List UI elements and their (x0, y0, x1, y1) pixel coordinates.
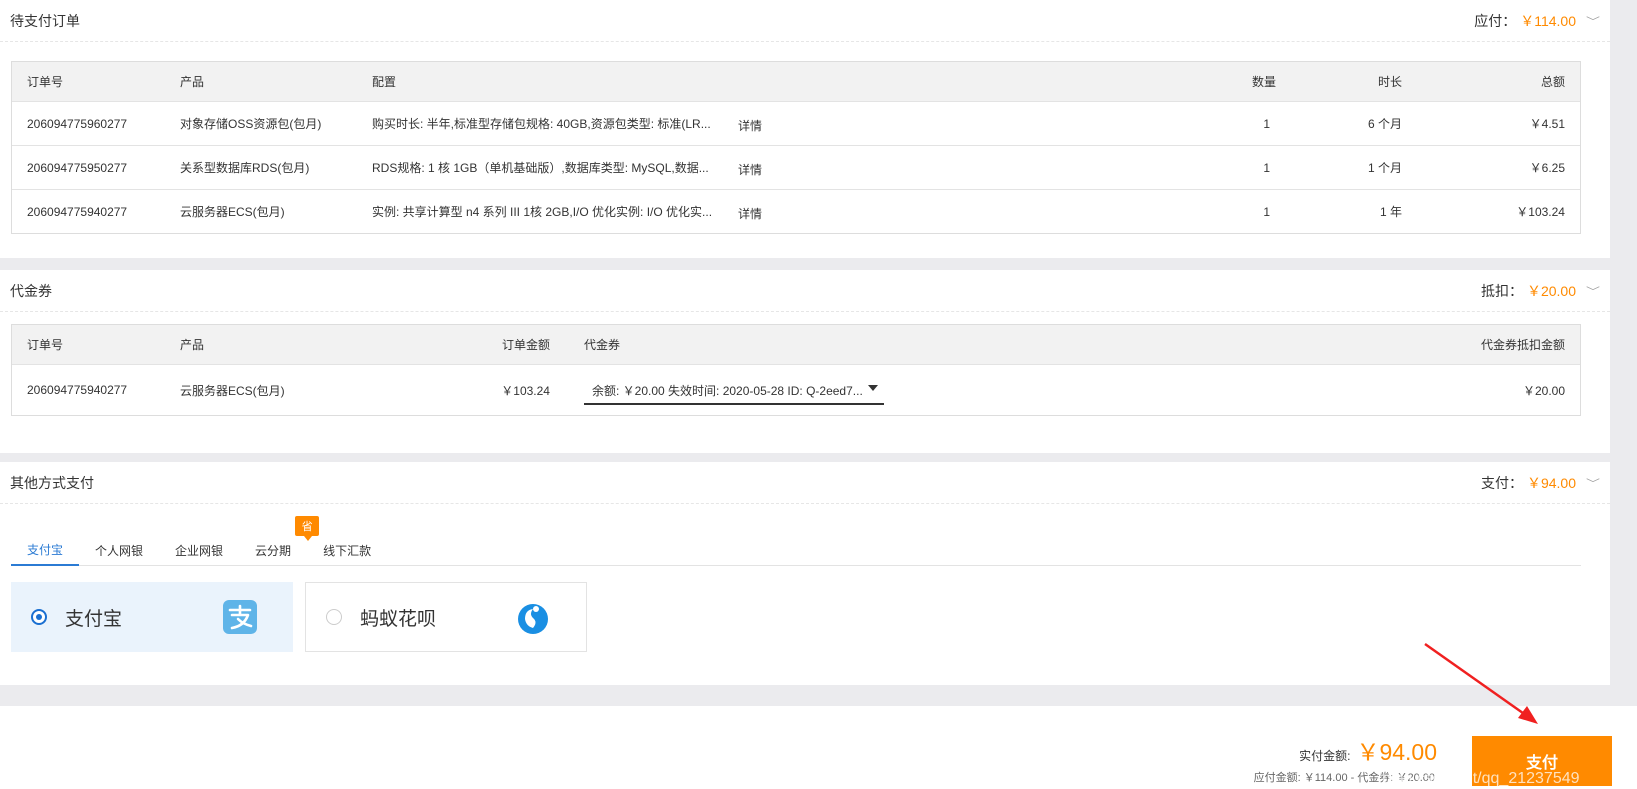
column-header: 订单号 (27, 338, 64, 352)
details-link[interactable]: 详情 (738, 104, 762, 147)
tab-label: 支付宝 (27, 542, 64, 557)
column-header: 配置 (372, 75, 397, 89)
tab-installment[interactable]: 云分期 省 (239, 516, 320, 566)
section-title: 其他方式支付 (10, 474, 94, 491)
orders-table: 订单号 产品 配置 数量 时长 总额 206094775960277 对象存储O… (11, 61, 1581, 234)
voucher-deduction-amount: ￥20.00 (1522, 383, 1565, 398)
pay-label: 支付： (1480, 474, 1523, 491)
tab-label: 云分期 (255, 543, 292, 558)
actual-payment-label: 实付金额: (1299, 749, 1351, 763)
actual-payment: 实付金额: ￥94.00 (1299, 733, 1437, 767)
column-header: 数量 (1251, 75, 1276, 89)
quantity: 1 (1263, 160, 1270, 175)
quantity: 1 (1263, 204, 1270, 219)
order-number: 206094775950277 (27, 160, 128, 175)
method-label: 蚂蚁花呗 (360, 608, 437, 630)
huabei-option[interactable]: 蚂蚁花呗 (305, 582, 587, 652)
payable-label: 应付： (1474, 12, 1517, 29)
table-header-row: 订单号 产品 订单金额 代金券 代金券抵扣金额 (12, 325, 1580, 364)
radio-unselected[interactable] (326, 609, 342, 625)
chevron-down-icon[interactable]: ﹀ (1583, 475, 1603, 490)
total-amount: ￥4.51 (1529, 117, 1565, 131)
tab-enterprise-bank[interactable]: 企业网银 (159, 534, 239, 566)
product-name: 云服务器ECS(包月) (180, 383, 285, 398)
column-header: 时长 (1377, 75, 1402, 89)
config-summary: 实例: 共享计算型 n4 系列 III 1核 2GB,I/O 优化实例: I/O… (372, 205, 713, 219)
tab-personal-bank[interactable]: 个人网银 (79, 534, 159, 566)
column-header: 代金券抵扣金额 (1480, 338, 1565, 352)
product-name: 关系型数据库RDS(包月) (180, 161, 310, 175)
duration: 1 年 (1379, 205, 1402, 219)
pay-summary: 支付： ￥94.00 ﹀ (1481, 473, 1600, 493)
product-name: 云服务器ECS(包月) (180, 205, 285, 219)
section-title: 待支付订单 (10, 12, 80, 29)
voucher-section: 代金券 抵扣： ￥20.00 ﹀ 订单号 产品 订单金额 代金券 代金券抵扣金额… (0, 270, 1610, 453)
deduction-label: 抵扣： (1480, 282, 1523, 299)
config-summary: RDS规格: 1 核 1GB（单机基础版）,数据库类型: MySQL,数据... (372, 161, 709, 175)
table-row: 206094775950277 关系型数据库RDS(包月) RDS规格: 1 核… (12, 145, 1580, 189)
deduction-summary: 抵扣： ￥20.00 ﹀ (1481, 281, 1600, 301)
table-row: 206094775960277 对象存储OSS资源包(包月) 购买时长: 半年,… (12, 101, 1580, 145)
payment-header[interactable]: 其他方式支付 支付： ￥94.00 ﹀ (0, 462, 1610, 504)
voucher-selected-value: 余额: ￥20.00 失效时间: 2020-05-28 ID: Q-2eed7.… (592, 383, 863, 398)
pending-orders-section: 待支付订单 应付： ￥114.00 ﹀ 订单号 产品 配置 数量 时长 总额 2… (0, 0, 1610, 258)
chevron-down-icon[interactable]: ﹀ (1583, 283, 1603, 298)
payment-breakdown: 应付金额: ￥114.00 - 代金券: ￥20.00 (1253, 772, 1435, 784)
duration: 1 个月 (1367, 161, 1402, 175)
chevron-down-icon[interactable]: ﹀ (1583, 13, 1603, 28)
total-amount: ￥103.24 (1516, 205, 1565, 219)
tab-label: 个人网银 (95, 543, 144, 558)
method-label: 支付宝 (65, 608, 123, 630)
tab-label: 线下汇款 (323, 543, 372, 558)
duration: 6 个月 (1367, 117, 1402, 131)
table-header-row: 订单号 产品 配置 数量 时长 总额 (12, 62, 1580, 101)
total-amount: ￥6.25 (1529, 161, 1565, 175)
pending-orders-header[interactable]: 待支付订单 应付： ￥114.00 ﹀ (0, 0, 1610, 42)
config-summary: 购买时长: 半年,标准型存储包规格: 40GB,资源包类型: 标准(LR... (372, 117, 711, 131)
payment-method-section: 其他方式支付 支付： ￥94.00 ﹀ 支付宝 个人网银 企业网银 云分期 省 … (0, 462, 1610, 685)
alipay-icon (223, 600, 257, 634)
save-badge: 省 (295, 516, 320, 541)
column-header: 产品 (180, 338, 205, 352)
table-row: 206094775940277 云服务器ECS(包月) ￥103.24 余额: … (12, 364, 1580, 415)
tab-alipay[interactable]: 支付宝 (11, 534, 80, 566)
caret-down-icon (868, 385, 878, 391)
order-amount: ￥103.24 (501, 383, 550, 398)
pay-amount: ￥94.00 (1526, 474, 1576, 491)
product-name: 对象存储OSS资源包(包月) (180, 117, 322, 131)
order-number: 206094775940277 (27, 383, 128, 397)
table-row: 206094775940277 云服务器ECS(包月) 实例: 共享计算型 n4… (12, 189, 1580, 233)
order-number: 206094775940277 (27, 204, 128, 219)
alipay-option[interactable]: 支付宝 (11, 582, 293, 652)
voucher-select[interactable]: 余额: ￥20.00 失效时间: 2020-05-28 ID: Q-2eed7.… (584, 377, 884, 405)
voucher-header[interactable]: 代金券 抵扣： ￥20.00 ﹀ (0, 270, 1610, 312)
deduction-amount: ￥20.00 (1526, 282, 1576, 299)
column-header: 代金券 (584, 338, 621, 352)
quantity: 1 (1263, 116, 1270, 131)
payable-summary: 应付： ￥114.00 ﹀ (1474, 11, 1600, 31)
column-header: 订单号 (27, 75, 64, 89)
column-header: 产品 (180, 75, 205, 89)
huabei-icon (518, 604, 548, 634)
payable-amount: ￥114.00 (1520, 12, 1576, 29)
tab-offline-transfer[interactable]: 线下汇款 (307, 534, 387, 566)
pay-button[interactable]: 支付 (1472, 736, 1612, 786)
actual-payment-amount: ￥94.00 (1356, 739, 1437, 765)
details-link[interactable]: 详情 (738, 192, 762, 235)
section-title: 代金券 (10, 282, 52, 299)
column-header: 总额 (1540, 75, 1565, 89)
payment-footer: 实付金额: ￥94.00 应付金额: ￥114.00 - 代金券: ￥20.00… (0, 706, 1637, 789)
radio-selected[interactable] (31, 609, 47, 625)
tab-label: 企业网银 (175, 543, 224, 558)
column-header: 订单金额 (501, 338, 550, 352)
payment-tabs: 支付宝 个人网银 企业网银 云分期 省 线下汇款 (11, 516, 1581, 566)
order-number: 206094775960277 (27, 116, 128, 131)
details-link[interactable]: 详情 (738, 148, 762, 191)
voucher-table: 订单号 产品 订单金额 代金券 代金券抵扣金额 206094775940277 … (11, 324, 1581, 416)
